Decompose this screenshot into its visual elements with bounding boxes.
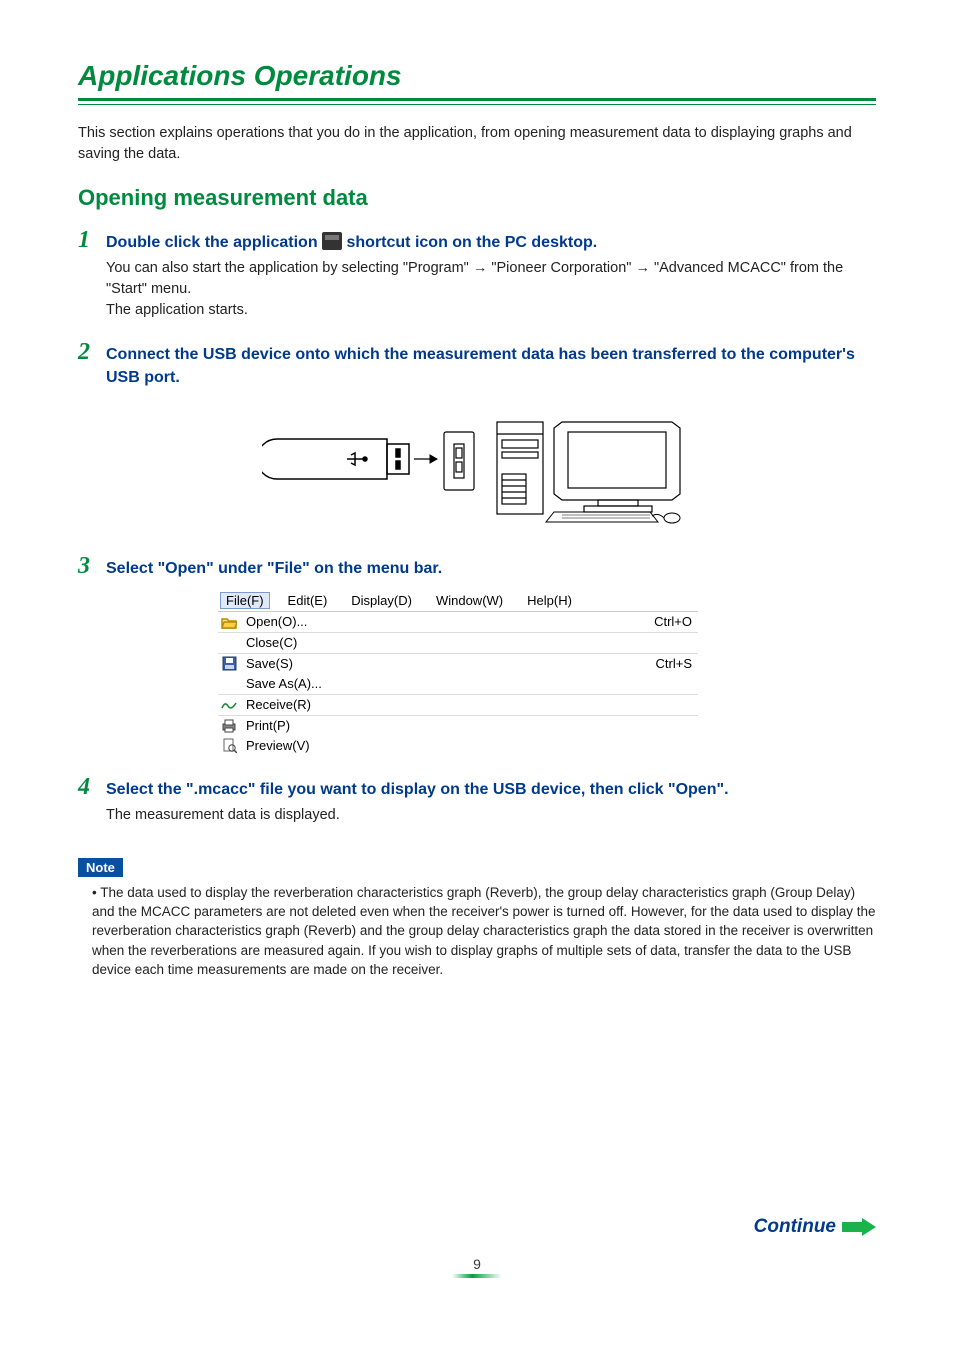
intro-paragraph: This section explains operations that yo… xyxy=(78,123,876,165)
step-3: 3 Select "Open" under "File" on the menu… xyxy=(78,553,876,756)
section-heading: Opening measurement data xyxy=(78,185,876,211)
continue-arrow-icon xyxy=(842,1218,876,1236)
page-number-underline xyxy=(452,1274,502,1278)
menu-item-receive[interactable]: Receive(R) xyxy=(218,694,698,715)
menu-bar-file[interactable]: File(F) xyxy=(220,592,270,609)
step-title: Select "Open" under "File" on the menu b… xyxy=(106,557,442,580)
menu-bar-display[interactable]: Display(D) xyxy=(345,592,418,609)
step-1: 1 Double click the application shortcut … xyxy=(78,227,876,321)
menu-item-shortcut: Ctrl+O xyxy=(654,614,692,629)
menu-item-open[interactable]: Open(O)... Ctrl+O xyxy=(218,612,698,632)
page-title: Applications Operations xyxy=(78,60,876,92)
step-number: 4 xyxy=(78,774,96,801)
blank-icon xyxy=(220,635,238,651)
menu-item-label: Preview(V) xyxy=(246,738,684,753)
step-title: Select the ".mcacc" file you want to dis… xyxy=(106,778,729,801)
print-icon xyxy=(220,718,238,734)
title-rule xyxy=(78,98,876,105)
menu-item-label: Save As(A)... xyxy=(246,676,684,691)
menu-item-label: Print(P) xyxy=(246,718,684,733)
step-title: Double click the application shortcut ic… xyxy=(106,231,597,254)
menu-item-save[interactable]: Save(S) Ctrl+S xyxy=(218,653,698,674)
page-number: 9 xyxy=(0,1256,954,1272)
menu-bar-edit[interactable]: Edit(E) xyxy=(282,592,334,609)
note-text: The data used to display the reverberati… xyxy=(92,883,876,979)
menu-item-preview[interactable]: Preview(V) xyxy=(218,736,698,756)
menu-item-label: Open(O)... xyxy=(246,614,646,629)
step-2: 2 Connect the USB device onto which the … xyxy=(78,339,876,528)
step-body-line2: The application starts. xyxy=(106,300,876,321)
step-number: 2 xyxy=(78,339,96,366)
menu-item-save-as[interactable]: Save As(A)... xyxy=(218,674,698,694)
note-badge: Note xyxy=(78,858,123,877)
menu-item-label: Receive(R) xyxy=(246,697,684,712)
step-number: 3 xyxy=(78,553,96,580)
menu-item-print[interactable]: Print(P) xyxy=(218,715,698,736)
step-title-b: shortcut icon on the PC desktop. xyxy=(347,234,598,251)
menu-item-shortcut: Ctrl+S xyxy=(656,656,692,671)
step-4: 4 Select the ".mcacc" file you want to d… xyxy=(78,774,876,826)
step-number: 1 xyxy=(78,227,96,254)
file-menu-dropdown: Open(O)... Ctrl+O Close(C) Save(S) Ctrl+… xyxy=(218,611,698,756)
open-icon xyxy=(220,614,238,630)
menu-bar: File(F) Edit(E) Display(D) Window(W) Hel… xyxy=(218,590,698,611)
menu-item-label: Save(S) xyxy=(246,656,648,671)
continue-indicator: Continue xyxy=(754,1216,876,1238)
continue-label: Continue xyxy=(754,1216,836,1238)
menu-item-label: Close(C) xyxy=(246,635,684,650)
step-body-line1: You can also start the application by se… xyxy=(106,258,876,300)
usb-to-pc-illustration xyxy=(262,404,692,524)
blank-icon xyxy=(220,676,238,692)
file-menu-screenshot: File(F) Edit(E) Display(D) Window(W) Hel… xyxy=(218,590,698,756)
usb-diagram xyxy=(78,404,876,529)
receive-icon xyxy=(220,697,238,713)
note-list: The data used to display the reverberati… xyxy=(78,883,876,979)
save-icon xyxy=(220,656,238,672)
preview-icon xyxy=(220,738,238,754)
menu-bar-window[interactable]: Window(W) xyxy=(430,592,509,609)
page-number-wrap: 9 xyxy=(0,1256,954,1278)
step-title-a: Double click the application xyxy=(106,234,322,251)
step-title: Connect the USB device onto which the me… xyxy=(106,343,876,389)
step-body: The measurement data is displayed. xyxy=(106,805,876,826)
menu-bar-help[interactable]: Help(H) xyxy=(521,592,578,609)
app-shortcut-icon xyxy=(322,232,342,250)
menu-item-close[interactable]: Close(C) xyxy=(218,632,698,653)
